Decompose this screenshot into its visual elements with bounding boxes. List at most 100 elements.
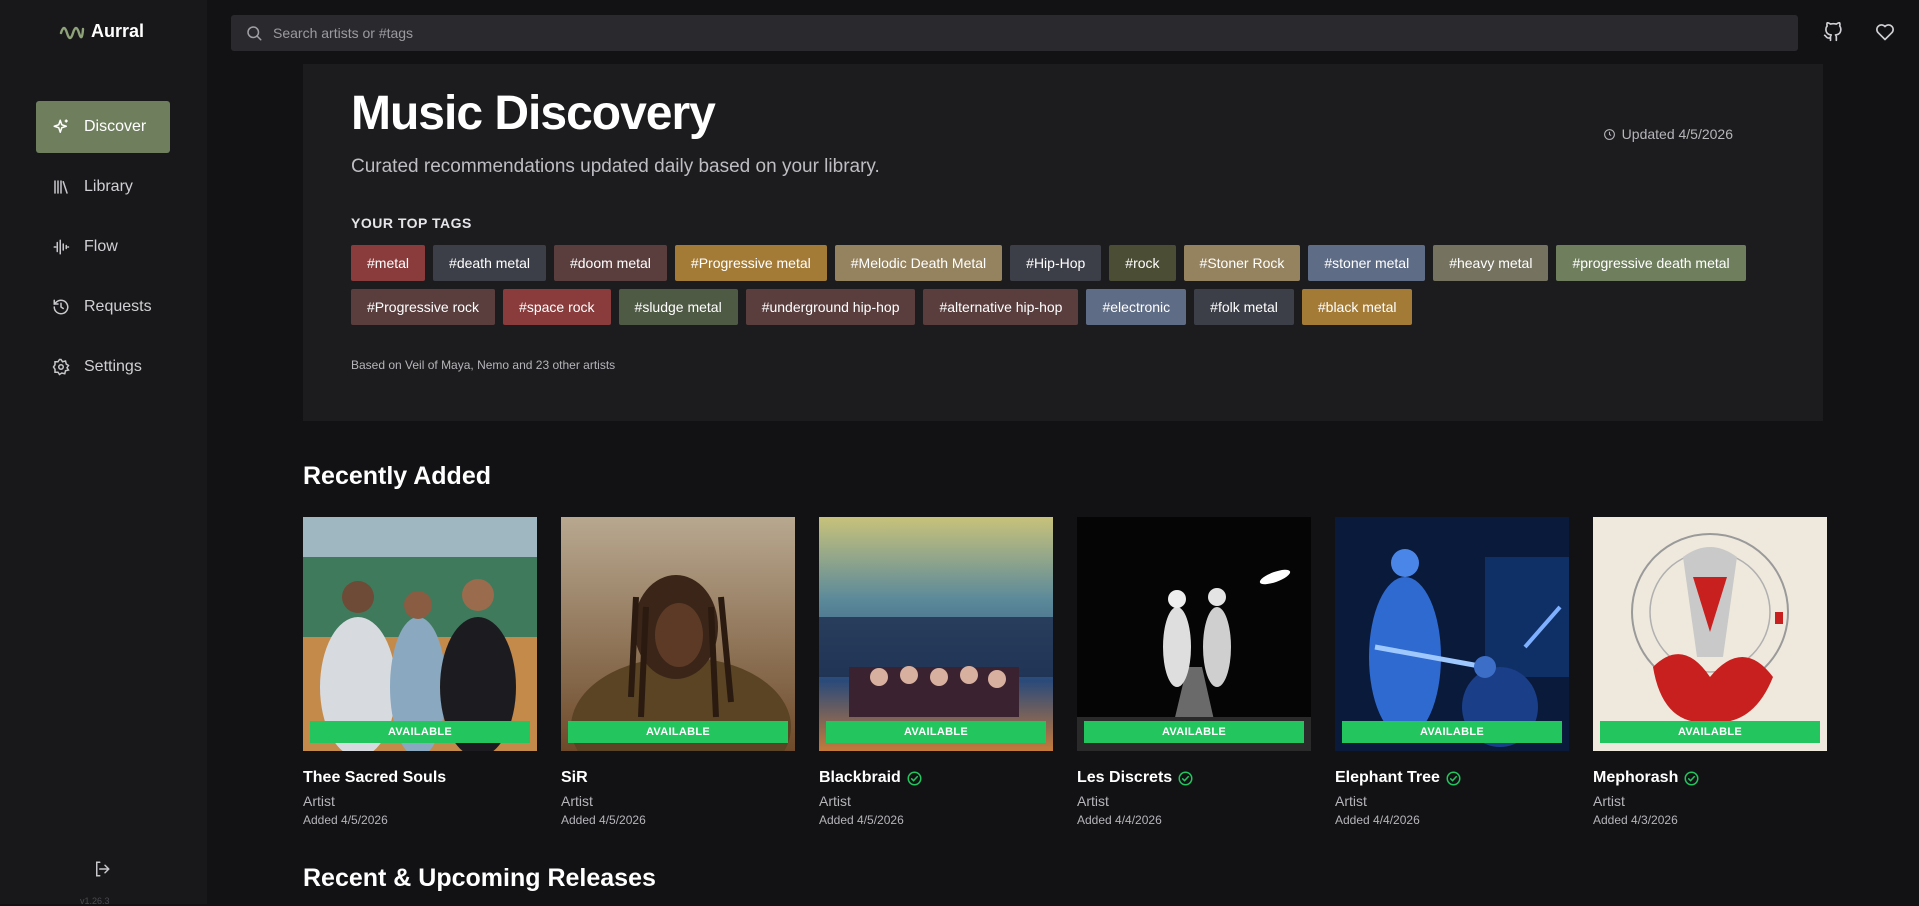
- heart-icon[interactable]: [1875, 22, 1895, 42]
- available-badge: AVAILABLE: [310, 721, 530, 743]
- tag-chip[interactable]: #stoner metal: [1308, 245, 1426, 281]
- artist-type: Artist: [1593, 793, 1625, 809]
- artist-image[interactable]: AVAILABLE: [561, 517, 795, 751]
- artist-name-row: Blackbraid: [819, 769, 1053, 787]
- sidebar-item-library[interactable]: Library: [36, 161, 170, 213]
- artist-name-row: Mephorash: [1593, 769, 1827, 787]
- sidebar-item-requests[interactable]: Requests: [36, 281, 170, 333]
- sidebar-item-label: Library: [84, 178, 133, 195]
- github-icon[interactable]: [1823, 22, 1843, 42]
- top-bar: [207, 0, 1919, 64]
- sidebar-item-discover[interactable]: Discover: [36, 101, 170, 153]
- artist-type: Artist: [1077, 793, 1109, 809]
- added-date: Added 4/4/2026: [1077, 813, 1162, 827]
- tag-chip[interactable]: #folk metal: [1194, 289, 1294, 325]
- artist-name-row: SiR: [561, 769, 795, 787]
- history-icon: [53, 299, 69, 315]
- app-version: v1.26.3: [80, 896, 110, 906]
- sidebar-item-label: Settings: [84, 358, 142, 375]
- tag-chip[interactable]: #Hip-Hop: [1010, 245, 1102, 281]
- tag-chip[interactable]: #Progressive metal: [674, 245, 827, 281]
- tag-chip[interactable]: #death metal: [433, 245, 546, 281]
- artist-name[interactable]: Mephorash: [1593, 769, 1678, 787]
- discovery-hero: Music Discovery Curated recommendations …: [303, 64, 1823, 421]
- based-on-text: Based on Veil of Maya, Nemo and 23 other…: [351, 358, 616, 372]
- tag-chip[interactable]: #Melodic Death Metal: [834, 245, 1003, 281]
- artist-card[interactable]: AVAILABLE Thee Sacred Souls Artist Added…: [303, 517, 537, 827]
- artist-photo: [303, 517, 537, 751]
- search-box[interactable]: [231, 15, 1798, 51]
- added-date: Added 4/5/2026: [303, 813, 388, 827]
- artist-photo: [1593, 517, 1827, 751]
- recently-added-heading: Recently Added: [303, 462, 492, 490]
- tag-chip[interactable]: #heavy metal: [1433, 245, 1549, 281]
- artist-photo: [561, 517, 795, 751]
- artist-type: Artist: [819, 793, 851, 809]
- sidebar-item-label: Flow: [84, 238, 118, 255]
- tag-chip[interactable]: #Stoner Rock: [1183, 245, 1301, 281]
- artist-card[interactable]: AVAILABLE SiR Artist Added 4/5/2026: [561, 517, 795, 827]
- artist-name[interactable]: Blackbraid: [819, 769, 901, 787]
- artist-name-row: Thee Sacred Souls: [303, 769, 537, 787]
- artist-name[interactable]: SiR: [561, 769, 588, 787]
- available-badge: AVAILABLE: [568, 721, 788, 743]
- added-date: Added 4/5/2026: [561, 813, 646, 827]
- artist-type: Artist: [561, 793, 593, 809]
- artist-image[interactable]: AVAILABLE: [1077, 517, 1311, 751]
- clock-icon: [1603, 128, 1615, 140]
- sparkle-icon: [53, 119, 68, 133]
- artist-card[interactable]: AVAILABLE Blackbraid Artist Added 4/5/20…: [819, 517, 1053, 827]
- updated-status: Updated 4/5/2026: [1603, 126, 1733, 142]
- tag-chip[interactable]: #black metal: [1301, 289, 1413, 325]
- library-icon: [54, 180, 68, 194]
- sidebar-nav: Discover Library Flow Requests Settings: [36, 101, 170, 401]
- search-input[interactable]: [273, 25, 1773, 41]
- tag-chip[interactable]: #progressive death metal: [1556, 245, 1746, 281]
- added-date: Added 4/5/2026: [819, 813, 904, 827]
- artist-image[interactable]: AVAILABLE: [303, 517, 537, 751]
- artist-name-row: Les Discrets: [1077, 769, 1311, 787]
- tag-chip[interactable]: #sludge metal: [618, 289, 738, 325]
- releases-heading: Recent & Upcoming Releases: [303, 864, 656, 892]
- artist-card[interactable]: AVAILABLE Mephorash Artist Added 4/3/202…: [1593, 517, 1827, 827]
- sidebar-item-settings[interactable]: Settings: [36, 341, 170, 393]
- artist-type: Artist: [1335, 793, 1367, 809]
- tag-chip[interactable]: #metal: [351, 245, 426, 281]
- available-badge: AVAILABLE: [1342, 721, 1562, 743]
- updated-text: Updated 4/5/2026: [1621, 126, 1733, 142]
- artist-type: Artist: [303, 793, 335, 809]
- verified-check-icon: [1178, 771, 1193, 785]
- waveform-icon: [53, 239, 70, 255]
- verified-check-icon: [1446, 771, 1461, 785]
- artist-image[interactable]: AVAILABLE: [819, 517, 1053, 751]
- tag-chip[interactable]: #underground hip-hop: [745, 289, 916, 325]
- artist-photo: [1335, 517, 1569, 751]
- logout-icon[interactable]: [93, 860, 111, 878]
- sidebar-item-flow[interactable]: Flow: [36, 221, 170, 273]
- tag-chip[interactable]: #space rock: [503, 289, 611, 325]
- artist-name[interactable]: Elephant Tree: [1335, 769, 1440, 787]
- waveform-logo-icon: [59, 26, 85, 40]
- artist-card[interactable]: AVAILABLE Elephant Tree Artist Added 4/4…: [1335, 517, 1569, 827]
- artist-card[interactable]: AVAILABLE Les Discrets Artist Added 4/4/…: [1077, 517, 1311, 827]
- app-name: Aurral: [91, 20, 145, 41]
- artist-name[interactable]: Les Discrets: [1077, 769, 1172, 787]
- tag-chip[interactable]: #rock: [1109, 245, 1176, 281]
- verified-check-icon: [1684, 771, 1699, 785]
- search-icon: [247, 26, 262, 41]
- added-date: Added 4/4/2026: [1335, 813, 1420, 827]
- recently-added-list: AVAILABLE Thee Sacred Souls Artist Added…: [303, 517, 1827, 827]
- artist-photo: [819, 517, 1053, 751]
- artist-name[interactable]: Thee Sacred Souls: [303, 769, 446, 787]
- app-logo[interactable]: Aurral: [59, 20, 144, 42]
- tag-chip[interactable]: #alternative hip-hop: [923, 289, 1079, 325]
- tag-chip[interactable]: #electronic: [1086, 289, 1187, 325]
- artist-photo: [1077, 517, 1311, 751]
- added-date: Added 4/3/2026: [1593, 813, 1678, 827]
- artist-image[interactable]: AVAILABLE: [1593, 517, 1827, 751]
- available-badge: AVAILABLE: [1084, 721, 1304, 743]
- tag-chip[interactable]: #doom metal: [553, 245, 667, 281]
- top-tags-list: #metal #death metal #doom metal #Progres…: [351, 245, 1751, 325]
- artist-image[interactable]: AVAILABLE: [1335, 517, 1569, 751]
- tag-chip[interactable]: #Progressive rock: [351, 289, 496, 325]
